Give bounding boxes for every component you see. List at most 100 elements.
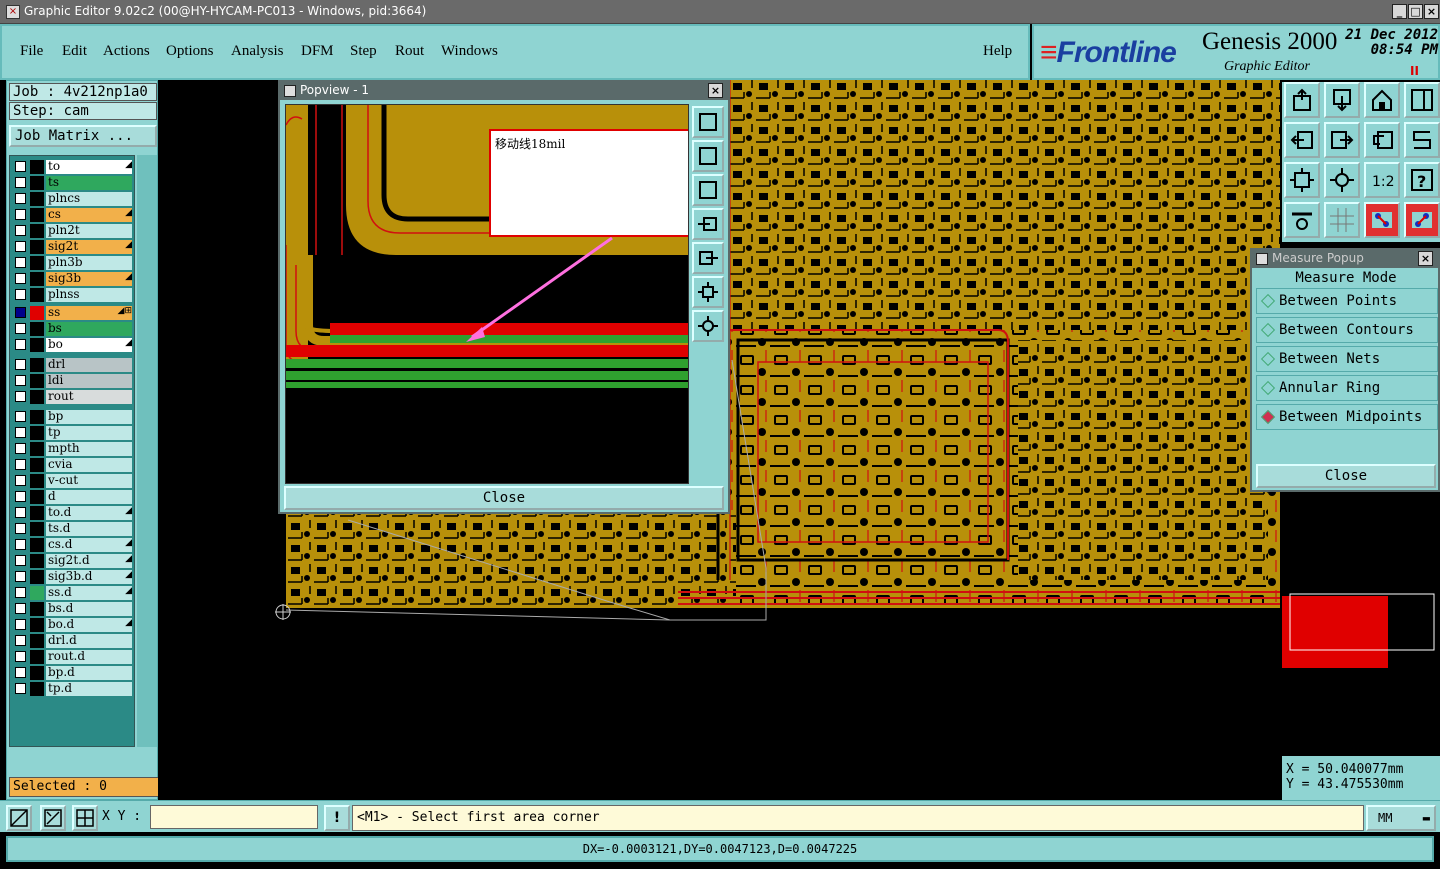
warning-icon[interactable]: !	[324, 805, 350, 831]
layer-row[interactable]: drl	[12, 358, 134, 372]
net-compare-icon[interactable]	[1404, 202, 1440, 238]
layer-name[interactable]: drl.d	[46, 634, 132, 648]
layer-name[interactable]: pln2t	[46, 224, 132, 238]
layer-checkbox[interactable]	[15, 289, 26, 300]
layer-checkbox[interactable]	[15, 323, 26, 334]
layer-checkbox[interactable]	[15, 603, 26, 614]
layer-row[interactable]: ts	[12, 176, 134, 190]
home-view-icon[interactable]	[1364, 82, 1400, 118]
layer-row[interactable]: sig3b ◢	[12, 272, 134, 286]
pan-right-icon[interactable]	[1324, 122, 1360, 158]
menu-actions[interactable]: Actions	[103, 43, 150, 60]
layer-row[interactable]: tp	[12, 426, 134, 440]
layer-row[interactable]: cvia	[12, 458, 134, 472]
option-between-midpoints[interactable]: Between Midpoints	[1256, 404, 1438, 430]
layer-checkbox[interactable]	[15, 459, 26, 470]
layer-name[interactable]: sig3b.d	[46, 570, 132, 584]
pop-zoom-fit-icon[interactable]	[692, 276, 724, 308]
layer-row[interactable]: v-cut	[12, 474, 134, 488]
zoom-home-icon[interactable]	[1284, 82, 1320, 118]
layer-checkbox[interactable]	[15, 257, 26, 268]
option-between-nets[interactable]: Between Nets	[1256, 346, 1438, 372]
layer-row[interactable]: tp.d	[12, 682, 134, 696]
layer-row[interactable]: sig2t ◢	[12, 240, 134, 254]
layer-row[interactable]: rout	[12, 390, 134, 404]
layer-checkbox[interactable]	[15, 635, 26, 646]
layer-row[interactable]: pln2t	[12, 224, 134, 238]
grid-icon[interactable]	[1324, 202, 1360, 238]
layer-name[interactable]: sig3b	[46, 272, 132, 286]
layer-checkbox[interactable]	[15, 587, 26, 598]
layer-checkbox[interactable]	[15, 241, 26, 252]
layer-checkbox[interactable]	[15, 667, 26, 678]
maximize-button[interactable]: □	[1408, 4, 1423, 19]
layer-row[interactable]: sig2t.d ◢	[12, 554, 134, 568]
menu-options[interactable]: Options	[166, 43, 214, 60]
menu-file[interactable]: File	[20, 43, 43, 60]
measure-close-icon[interactable]: ×	[1418, 251, 1433, 266]
menu-step[interactable]: Step	[350, 43, 377, 60]
pop-zoom-out-icon[interactable]	[692, 174, 724, 206]
layer-checkbox[interactable]	[15, 411, 26, 422]
popview-titlebar[interactable]: Popview - 1 ×	[280, 82, 728, 100]
layer-name[interactable]: ts	[46, 176, 132, 190]
layer-name[interactable]: cs.d	[46, 538, 132, 552]
layer-name[interactable]: cs	[46, 208, 132, 222]
layer-name[interactable]: bo	[46, 338, 132, 352]
xy-input[interactable]	[150, 805, 318, 829]
measure-close-button[interactable]: Close	[1256, 464, 1436, 488]
units-select[interactable]: MM ▬	[1366, 805, 1436, 831]
layer-scrollbar[interactable]	[137, 155, 157, 747]
layer-name[interactable]: tp.d	[46, 682, 132, 696]
layer-checkbox[interactable]	[15, 651, 26, 662]
pop-zoom-home-icon[interactable]	[692, 106, 724, 138]
window-split-icon[interactable]	[1404, 82, 1440, 118]
layer-checkbox[interactable]	[15, 491, 26, 502]
layer-row[interactable]: bo.d ◢	[12, 618, 134, 632]
layer-row[interactable]: to ◢	[12, 160, 134, 174]
pop-pan-left-icon[interactable]	[692, 208, 724, 240]
layer-checkbox[interactable]	[15, 307, 26, 318]
layer-checkbox[interactable]	[15, 193, 26, 204]
layer-checkbox[interactable]	[15, 475, 26, 486]
layer-name[interactable]: bs.d	[46, 602, 132, 616]
measure-titlebar[interactable]: Measure Popup ×	[1252, 250, 1438, 268]
popview-close-button[interactable]: Close	[284, 486, 724, 510]
layer-name[interactable]: bo.d	[46, 618, 132, 632]
menu-windows[interactable]: Windows	[441, 43, 498, 60]
minimize-button[interactable]: _	[1392, 4, 1407, 19]
pop-zoom-in-icon[interactable]	[692, 140, 724, 172]
layer-name[interactable]: plnss	[46, 288, 132, 302]
option-between-contours[interactable]: Between Contours	[1256, 317, 1438, 343]
layer-name[interactable]: plncs	[46, 192, 132, 206]
layer-checkbox[interactable]	[15, 161, 26, 172]
layer-checkbox[interactable]	[15, 683, 26, 694]
layer-row[interactable]: pln3b	[12, 256, 134, 270]
layer-row[interactable]: ss.d ◢	[12, 586, 134, 600]
menu-help[interactable]: Help	[983, 43, 1012, 60]
pop-pan-right-icon[interactable]	[692, 242, 724, 274]
layer-name[interactable]: pln3b	[46, 256, 132, 270]
layer-name[interactable]: ss.d	[46, 586, 132, 600]
layer-name[interactable]: cvia	[46, 458, 132, 472]
layer-checkbox[interactable]	[15, 539, 26, 550]
layer-checkbox[interactable]	[15, 177, 26, 188]
layer-name[interactable]: d	[46, 490, 132, 504]
layer-checkbox[interactable]	[15, 427, 26, 438]
layer-checkbox[interactable]	[15, 391, 26, 402]
close-window-button[interactable]: ×	[1424, 4, 1439, 19]
layer-row[interactable]: bs	[12, 322, 134, 336]
layer-checkbox[interactable]	[15, 359, 26, 370]
undo-view-icon[interactable]	[1364, 122, 1400, 158]
measure-mode-icon[interactable]	[40, 805, 66, 831]
layer-row[interactable]: ldi	[12, 374, 134, 388]
option-between-points[interactable]: Between Points	[1256, 288, 1438, 314]
layer-row[interactable]: mpth	[12, 442, 134, 456]
layer-row[interactable]: drl.d	[12, 634, 134, 648]
layer-checkbox[interactable]	[15, 273, 26, 284]
layer-name[interactable]: bp	[46, 410, 132, 424]
layer-name[interactable]: tp	[46, 426, 132, 440]
layer-name[interactable]: v-cut	[46, 474, 132, 488]
help-query-icon[interactable]: ?	[1404, 162, 1440, 198]
menu-edit[interactable]: Edit	[62, 43, 87, 60]
